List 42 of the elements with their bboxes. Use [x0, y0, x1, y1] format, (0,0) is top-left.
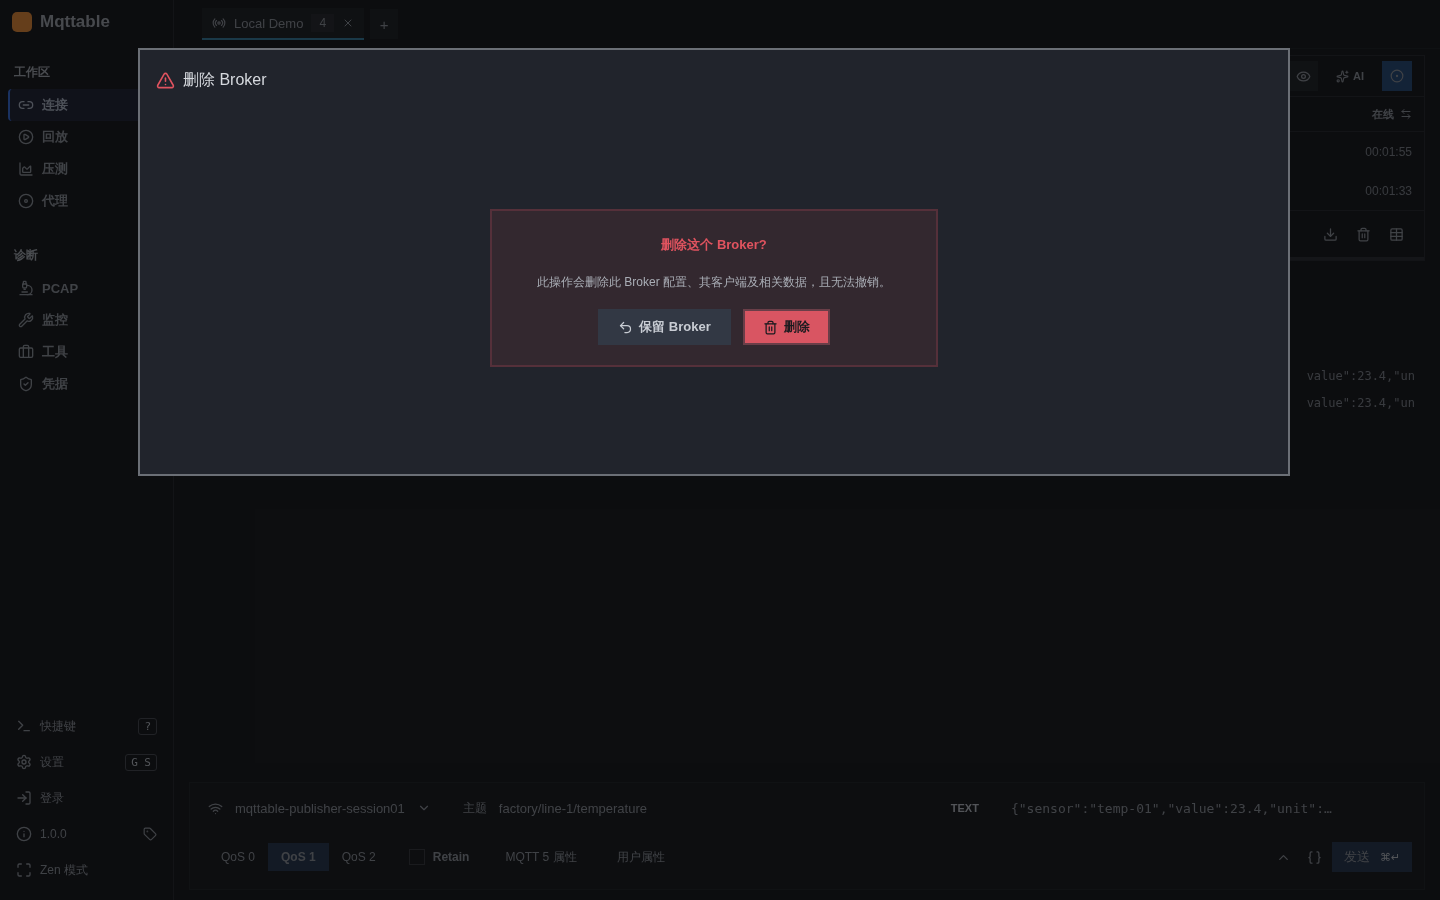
undo-icon	[618, 319, 634, 335]
tag-icon[interactable]	[143, 827, 157, 841]
microscope-icon	[18, 280, 34, 296]
chart-icon	[18, 161, 34, 177]
shortcut-key: G S	[125, 753, 157, 771]
wifi-icon	[208, 800, 223, 816]
new-tab-button[interactable]: +	[370, 9, 399, 39]
eye-icon	[1295, 68, 1311, 84]
delete-button[interactable]: 删除	[742, 309, 830, 345]
download-icon[interactable]	[1323, 226, 1338, 242]
shortcut-key: ?	[138, 717, 157, 735]
broadcast-icon	[212, 16, 226, 30]
info-icon	[16, 826, 32, 842]
keep-button[interactable]: 保留 Broker	[598, 309, 731, 345]
trash-icon[interactable]	[1356, 226, 1371, 242]
expand-icon	[16, 862, 32, 878]
sparkle-icon	[1336, 69, 1349, 83]
shortcut-hint: ⌘↵	[1379, 850, 1401, 864]
warning-icon	[156, 71, 175, 90]
table-icon[interactable]	[1389, 226, 1404, 242]
swap-icon[interactable]	[1400, 108, 1412, 120]
briefcase-icon	[18, 344, 34, 360]
disc-icon	[18, 193, 34, 209]
logo-icon	[12, 12, 32, 32]
section-title: 工作区	[13, 64, 51, 81]
confirm-title: 删除这个 Broker?	[661, 236, 767, 254]
trash-icon	[762, 319, 778, 335]
braces-icon[interactable]	[1307, 849, 1322, 865]
section-title: 诊断	[13, 247, 39, 264]
shield-icon	[18, 376, 34, 392]
wrench-icon	[18, 312, 34, 328]
format-label: TEXT	[950, 802, 979, 815]
settings-icon	[16, 754, 32, 770]
terminal-icon	[16, 718, 32, 734]
view-button[interactable]	[1288, 61, 1318, 91]
confirm-message: 此操作会删除此 Broker 配置、其客户端及相关数据，且无法撤销。	[537, 274, 891, 291]
app-name: Mqttable	[40, 12, 110, 32]
record-icon	[1390, 69, 1404, 83]
login-icon	[16, 790, 32, 806]
play-icon	[18, 129, 34, 145]
record-button[interactable]	[1382, 61, 1412, 91]
dialog-title: 删除 Broker	[183, 70, 267, 90]
